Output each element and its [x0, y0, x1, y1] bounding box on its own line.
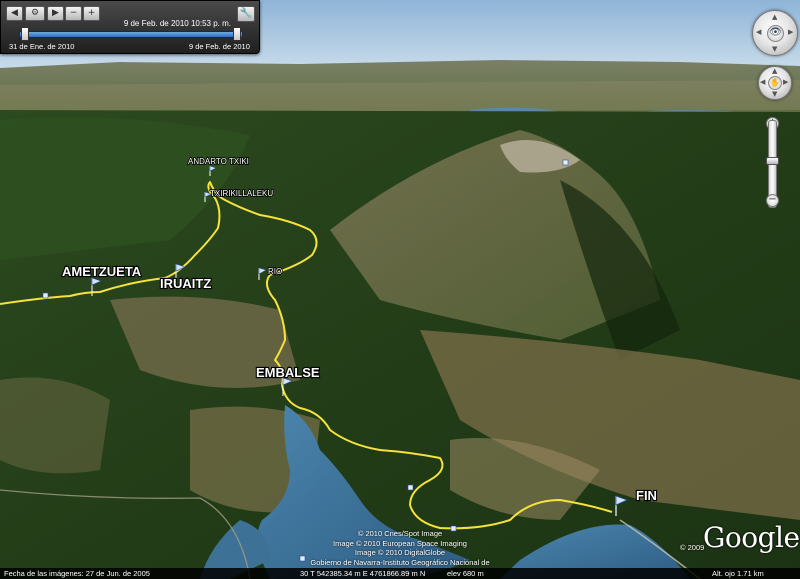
time-slider-track[interactable]: [19, 31, 243, 38]
move-left-arrow-icon[interactable]: ◀: [760, 78, 765, 86]
eye-altitude: Alt. ojo 1.71 km: [712, 569, 764, 578]
current-time-label: 9 de Feb. de 2010 10:53 p. m.: [123, 19, 231, 28]
placemark-label: FIN: [636, 488, 657, 503]
placemark-label: EMBALSE: [256, 365, 320, 380]
look-left-arrow-icon[interactable]: ◀: [756, 28, 761, 36]
time-slider-panel: ◀ ⚙ ▶ − + 9 de Feb. de 2010 10:53 p. m. …: [0, 0, 260, 54]
imagery-date: Fecha de las imágenes: 27 de Jun. de 200…: [4, 569, 150, 578]
time-slider-start-handle[interactable]: [21, 27, 29, 41]
look-down-arrow-icon[interactable]: ▼: [772, 45, 777, 53]
pointer-coordinates: 30 T 542385.34 m E 4761866.89 m N: [300, 569, 426, 578]
zoom-out-icon[interactable]: −: [766, 194, 779, 207]
hand-icon[interactable]: ✋: [768, 76, 782, 90]
logo-year: © 2009: [680, 543, 705, 552]
distant-fields: [0, 80, 800, 112]
placemark-label: IRUAITZ: [160, 276, 211, 291]
eye-icon[interactable]: 👁: [767, 25, 784, 42]
zoom-in-time-icon[interactable]: +: [83, 6, 100, 21]
end-date-label: 9 de Feb. de 2010: [189, 42, 250, 51]
credit-line: © 2010 Cnes/Spot Image: [357, 529, 443, 538]
look-up-arrow-icon[interactable]: ▲: [772, 13, 777, 21]
waypoint-marker: [562, 159, 569, 166]
zoom-slider-handle[interactable]: [766, 157, 779, 165]
move-up-arrow-icon[interactable]: ▲: [772, 67, 777, 75]
google-logo: Google: [703, 521, 800, 554]
fields-far-left: [0, 377, 110, 474]
placemark-label: ANDARTO TXIKI: [188, 157, 249, 166]
move-control[interactable]: ▲ ▼ ◀ ▶ ✋: [758, 66, 792, 100]
step-back-icon[interactable]: ◀: [6, 6, 23, 21]
map-viewport[interactable]: AMETZUETA IRUAITZ ANDARTO TXIKI TXIRIKIL…: [0, 0, 800, 579]
placemark-label: AMETZUETA: [62, 264, 142, 279]
look-control[interactable]: ▲ ▼ ◀ ▶ 👁: [752, 10, 798, 56]
credit-line: Image © 2010 European Space Imaging: [333, 538, 467, 548]
time-options-icon[interactable]: ⚙: [25, 6, 45, 21]
terrain-imagery[interactable]: AMETZUETA IRUAITZ ANDARTO TXIKI TXIRIKIL…: [0, 0, 800, 579]
status-bar: Fecha de las imágenes: 27 de Jun. de 200…: [0, 568, 800, 579]
move-right-arrow-icon[interactable]: ▶: [783, 78, 788, 86]
move-down-arrow-icon[interactable]: ▼: [772, 90, 777, 98]
time-slider-end-handle[interactable]: [233, 27, 241, 41]
placemark-label: RIO: [268, 267, 282, 276]
look-right-arrow-icon[interactable]: ▶: [788, 28, 793, 36]
start-date-label: 31 de Ene. de 2010: [9, 42, 75, 51]
wrench-icon[interactable]: 🔧: [237, 6, 255, 22]
step-forward-icon[interactable]: ▶: [47, 6, 64, 21]
zoom-out-time-icon[interactable]: −: [65, 6, 82, 21]
placemark-label: TXIRIKILLALEKU: [210, 189, 273, 198]
waypoint-marker: [407, 484, 414, 491]
pointer-elevation: elev 680 m: [447, 569, 484, 578]
credit-line: Image © 2010 DigitalGlobe: [354, 548, 446, 557]
waypoint-marker: [42, 292, 49, 299]
